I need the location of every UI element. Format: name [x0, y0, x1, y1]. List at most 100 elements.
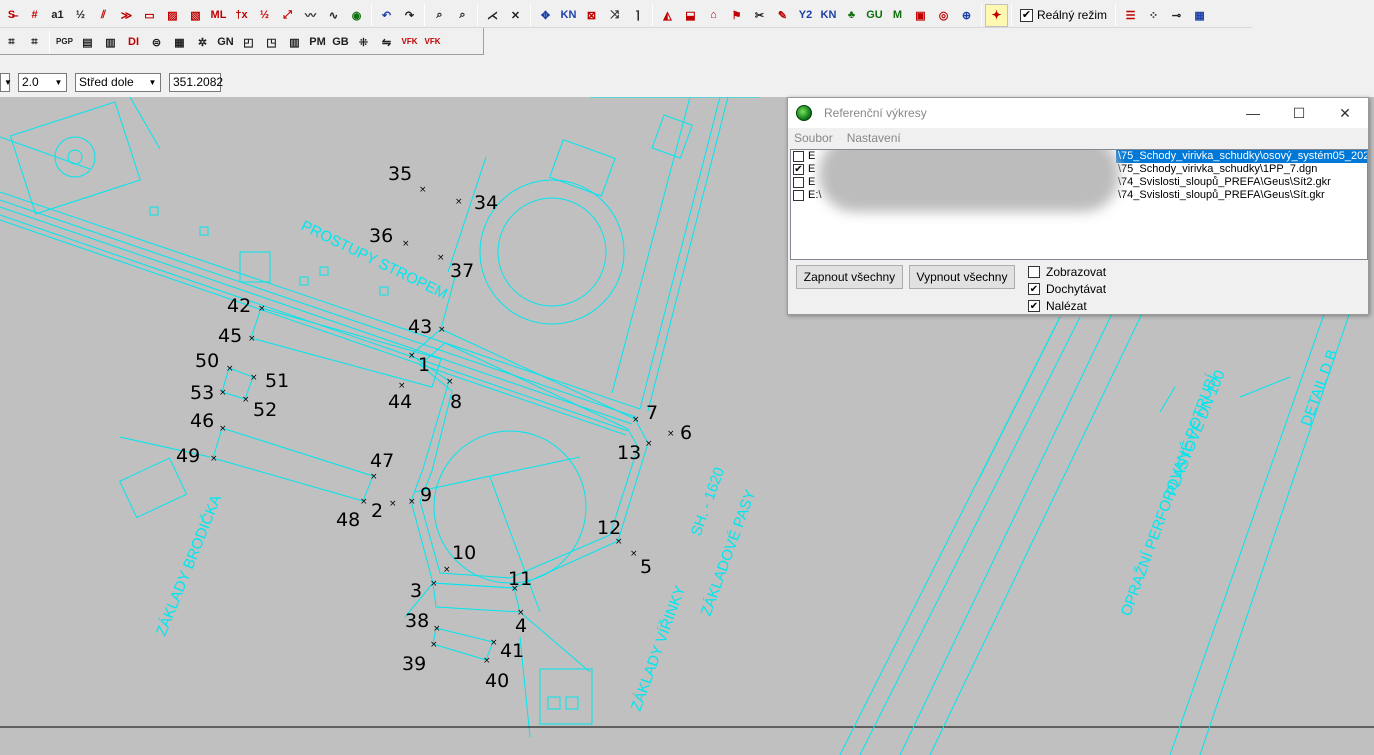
zoom-grid-icon[interactable]: ✲	[191, 31, 214, 54]
file-visible-checkbox[interactable]	[793, 151, 804, 162]
red-s-tool-icon[interactable]: S̶	[0, 4, 23, 27]
point-marker-8[interactable]: ×	[446, 377, 454, 387]
point-marker-37[interactable]: ×	[437, 253, 445, 263]
point-marker-36[interactable]: ×	[402, 239, 410, 249]
file-visible-checkbox[interactable]	[793, 177, 804, 188]
point-marker-39[interactable]: ×	[430, 640, 438, 650]
point-marker-7[interactable]: ×	[632, 415, 640, 425]
point-marker-42[interactable]: ×	[258, 304, 266, 314]
binoculars-x-icon[interactable]: ⌕	[428, 4, 451, 27]
fraction-icon[interactable]: ½	[69, 4, 92, 27]
option-zobrazovat[interactable]: Zobrazovat	[1028, 265, 1106, 279]
disable-all-button[interactable]: Vypnout všechny	[909, 265, 1015, 289]
minimize-button[interactable]: —	[1230, 98, 1276, 128]
pin-icon[interactable]: ⊸	[1165, 4, 1188, 27]
point-marker-35[interactable]: ×	[419, 185, 427, 195]
point-marker-9[interactable]: ×	[408, 497, 416, 507]
close-button[interactable]: ✕	[1322, 98, 1368, 128]
binoculars-icon[interactable]: ⌕	[451, 4, 474, 27]
cylinders-icon[interactable]: ⊜	[145, 31, 168, 54]
points-icon[interactable]: ⁜	[352, 31, 375, 54]
boxed-text-icon[interactable]: ▭	[138, 4, 161, 27]
curve-icon[interactable]: ∿	[322, 4, 345, 27]
point-marker-34[interactable]: ×	[455, 197, 463, 207]
option-nalézat[interactable]: ✔ Nalézat	[1028, 299, 1087, 313]
file-visible-checkbox[interactable]	[793, 190, 804, 201]
grid-lock-icon[interactable]: ⌗	[0, 31, 23, 54]
double-chevron-icon[interactable]: ≫	[115, 4, 138, 27]
point-marker-38[interactable]: ×	[433, 624, 441, 634]
point-marker-1[interactable]: ×	[408, 351, 416, 361]
angle-input[interactable]: 351.2082	[169, 72, 223, 92]
flag-person-icon[interactable]: ⚑	[725, 4, 748, 27]
point-marker-53[interactable]: ×	[219, 388, 227, 398]
point-marker-49[interactable]: ×	[210, 454, 218, 464]
wall-corner-icon[interactable]: ◰	[237, 31, 260, 54]
move-cross-icon[interactable]: ✥	[534, 4, 557, 27]
point-marker-48[interactable]: ×	[360, 497, 368, 507]
grid-lock-2-icon[interactable]: ⌗	[23, 31, 46, 54]
gn-icon[interactable]: GN	[214, 31, 237, 54]
layers-icon[interactable]: ☰	[1119, 4, 1142, 27]
walls-icon[interactable]: ▦	[168, 31, 191, 54]
pgp-icon[interactable]: PGP	[53, 31, 76, 54]
plus-circle-icon[interactable]: ⊕	[955, 4, 978, 27]
angle-icon[interactable]: ⋌	[481, 4, 504, 27]
gu-icon[interactable]: GU	[863, 4, 886, 27]
file-visible-checkbox[interactable]: ✔	[793, 164, 804, 175]
point-marker-46[interactable]: ×	[219, 424, 227, 434]
hatch-box-icon[interactable]: ▨	[161, 4, 184, 27]
point-marker-41[interactable]: ×	[490, 638, 498, 648]
swap-icon[interactable]: ⇋	[375, 31, 398, 54]
ml-box-icon[interactable]: ML	[207, 4, 230, 27]
compass-icon[interactable]: ◎	[932, 4, 955, 27]
point-marker-40[interactable]: ×	[483, 656, 491, 666]
split-arrow-icon[interactable]: ⤨	[603, 4, 626, 27]
redo-icon[interactable]: ↷	[398, 4, 421, 27]
point-marker-45[interactable]: ×	[248, 334, 256, 344]
lightbulb-icon[interactable]: ✦	[985, 3, 1008, 27]
hatch-box-2-icon[interactable]: ▧	[184, 4, 207, 27]
kn2-icon[interactable]: KN	[817, 4, 840, 27]
point-marker-44[interactable]: ×	[398, 381, 406, 391]
parallel-lines-icon[interactable]: ⫽	[92, 4, 115, 27]
undo-icon[interactable]: ↶	[375, 4, 398, 27]
point-marker-50[interactable]: ×	[226, 364, 234, 374]
menu-nastaveni[interactable]: Nastavení	[841, 131, 907, 145]
gb-icon[interactable]: GB	[329, 31, 352, 54]
grid-arrow-icon[interactable]: ◳	[260, 31, 283, 54]
point-marker-10[interactable]: ×	[443, 565, 451, 575]
point-marker-52[interactable]: ×	[242, 395, 250, 405]
grid-x-icon[interactable]: ⊠	[580, 4, 603, 27]
hatch-tool-icon[interactable]: ✂	[748, 4, 771, 27]
style-combo-truncated[interactable]: ▼	[0, 72, 12, 92]
maximize-button[interactable]: ☐	[1276, 98, 1322, 128]
doc-icon[interactable]: ▥	[99, 31, 122, 54]
grid-blue-icon[interactable]: ▦	[1188, 4, 1211, 27]
point-marker-2[interactable]: ×	[389, 499, 397, 509]
kn-icon[interactable]: KN	[557, 4, 580, 27]
bracket-icon[interactable]: ⌉	[626, 4, 649, 27]
point-marker-51[interactable]: ×	[250, 373, 258, 383]
enable-all-button[interactable]: Zapnout všechny	[796, 265, 903, 289]
point-marker-6[interactable]: ×	[667, 429, 675, 439]
house-icon[interactable]: ⌂	[702, 4, 725, 27]
vfk-icon[interactable]: VFK	[398, 31, 421, 54]
half-fraction-icon[interactable]: ½	[253, 4, 276, 27]
point-marker-13[interactable]: ×	[645, 439, 653, 449]
building-icon[interactable]: ▤	[76, 31, 99, 54]
dots-grid-icon[interactable]: ⁘	[1142, 4, 1165, 27]
x-cross-icon[interactable]: ✕	[504, 4, 527, 27]
reference-file-list[interactable]: E \75_Schody_virivka_schudky\osový_systém…	[790, 149, 1368, 260]
line-width-combo[interactable]: 2.0 ▼	[18, 72, 67, 92]
point-marker-43[interactable]: ×	[438, 325, 446, 335]
surface-2-icon[interactable]: ⬓	[679, 4, 702, 27]
surface-yellow-icon[interactable]: ◭	[656, 4, 679, 27]
point-marker-47[interactable]: ×	[370, 472, 378, 482]
diagonal-arrows-icon[interactable]: ⤢	[276, 4, 299, 27]
yx2-icon[interactable]: Y2	[794, 4, 817, 27]
cross-hash-icon[interactable]: #	[23, 4, 46, 27]
vfk-2-icon[interactable]: VFK	[421, 31, 444, 54]
m-green-icon[interactable]: M	[886, 4, 909, 27]
dialog-titlebar[interactable]: Referenční výkresy — ☐ ✕	[788, 98, 1368, 128]
